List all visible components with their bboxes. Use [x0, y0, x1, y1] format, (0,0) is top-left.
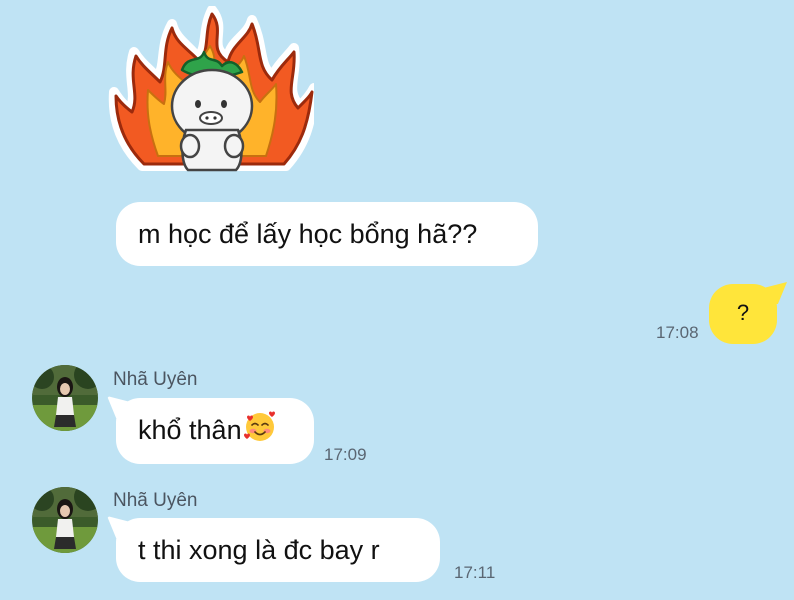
sender-name: Nhã Uyên: [113, 490, 198, 511]
chat-thread: m học để lấy học bổng hã?? 17:08 ? Nhã U…: [0, 0, 794, 600]
sender-name: Nhã Uyên: [113, 369, 198, 390]
message-timestamp: 17:11: [454, 563, 496, 582]
message-bubble-incoming[interactable]: m học để lấy học bổng hã??: [116, 202, 538, 266]
message-timestamp: 17:09: [324, 445, 367, 464]
smiling-face-with-hearts-icon: [243, 409, 277, 449]
message-text: khổ thân: [138, 415, 242, 446]
message-text: ?: [736, 300, 750, 325]
message-text: t thi xong là đc bay r: [138, 535, 380, 565]
message-bubble-incoming[interactable]: t thi xong là đc bay r: [116, 518, 440, 582]
message-text: m học để lấy học bổng hã??: [138, 219, 478, 249]
message-bubble-outgoing[interactable]: ?: [709, 284, 777, 344]
message-timestamp: 17:08: [656, 323, 699, 342]
avatar[interactable]: [32, 365, 98, 431]
avatar[interactable]: [32, 487, 98, 553]
message-bubble-incoming[interactable]: khổ thân: [116, 398, 314, 464]
fire-sticker-icon[interactable]: [108, 5, 319, 174]
